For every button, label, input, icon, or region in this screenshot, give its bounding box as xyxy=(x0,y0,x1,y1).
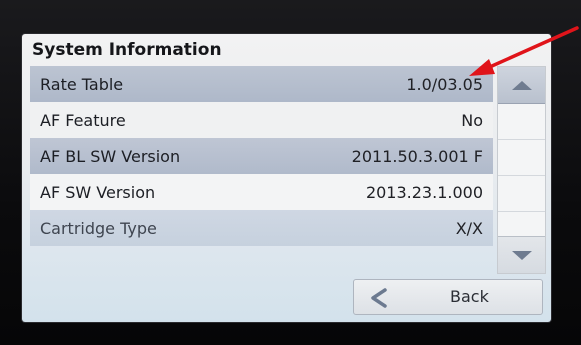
back-button[interactable]: Back xyxy=(353,279,543,315)
system-info-list: Rate Table 1.0/03.05 AF Feature No AF BL… xyxy=(30,64,493,274)
page-title: System Information xyxy=(32,40,222,60)
row-value: X/X xyxy=(455,218,483,238)
row-label: AF Feature xyxy=(40,110,126,130)
row-value: 2011.50.3.001 F xyxy=(351,146,483,166)
row-value: 2013.23.1.000 xyxy=(365,182,483,202)
row-label: Rate Table xyxy=(40,74,124,94)
annotation-arrow-icon xyxy=(469,26,579,76)
chevron-left-icon xyxy=(371,288,387,308)
list-item-af-feature[interactable]: AF Feature No xyxy=(30,102,493,138)
row-label: AF SW Version xyxy=(40,182,156,202)
row-value: No xyxy=(461,110,483,130)
back-button-label: Back xyxy=(450,287,489,306)
scrollbar[interactable] xyxy=(497,66,546,274)
scroll-track-divider xyxy=(498,211,545,212)
scroll-track-divider xyxy=(498,175,545,176)
row-label: Cartridge Type xyxy=(40,218,157,238)
scroll-down-button[interactable] xyxy=(498,236,545,273)
scroll-track-divider xyxy=(498,139,545,140)
row-label: AF BL SW Version xyxy=(40,146,181,166)
triangle-down-icon xyxy=(511,250,532,260)
list-item-af-sw-version[interactable]: AF SW Version 2013.23.1.000 xyxy=(30,174,493,210)
list-item-cartridge-type[interactable]: Cartridge Type X/X xyxy=(30,210,493,246)
list-item-rate-table[interactable]: Rate Table 1.0/03.05 xyxy=(30,66,493,102)
list-item-af-bl-sw-version[interactable]: AF BL SW Version 2011.50.3.001 F xyxy=(30,138,493,174)
